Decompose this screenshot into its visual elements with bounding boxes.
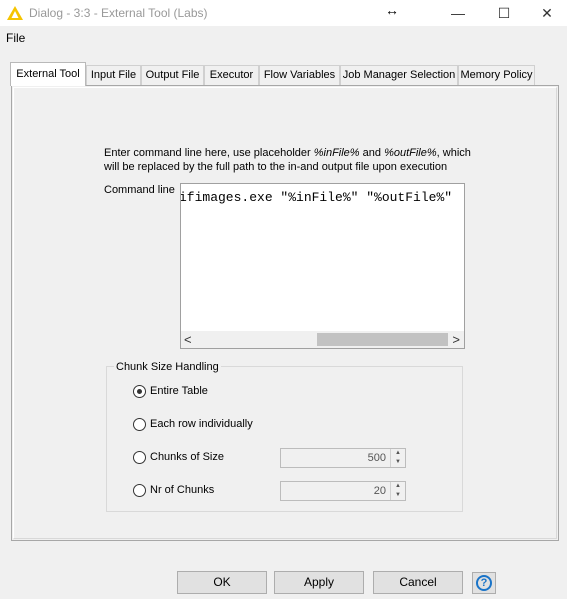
nr-of-chunks-value[interactable]: 20 [374, 485, 386, 497]
placeholder-outfile: %outFile% [384, 147, 437, 159]
apply-button[interactable]: Apply [274, 571, 364, 594]
warning-triangle-icon [7, 6, 23, 20]
command-line-label: Command line [104, 184, 175, 196]
maximize-icon: ☐ [497, 5, 511, 21]
tab-flow-variables[interactable]: Flow Variables [259, 65, 340, 85]
spin-up-icon[interactable]: ▲ [391, 482, 405, 491]
command-line-textarea[interactable]: ifimages.exe "%inFile%" "%outFile%" < > [180, 183, 465, 349]
help-icon: ? [476, 575, 492, 591]
resize-cursor-icon: ↔ [385, 2, 399, 18]
window-title: Dialog - 3:3 - External Tool (Labs) [29, 6, 208, 20]
horizontal-scrollbar[interactable]: < > [181, 331, 464, 348]
title-bar: Dialog - 3:3 - External Tool (Labs) ↔ — … [0, 0, 567, 26]
minimize-button[interactable]: — [435, 0, 481, 26]
spin-down-icon[interactable]: ▼ [391, 491, 405, 500]
close-button[interactable]: ✕ [527, 0, 567, 26]
tab-executor[interactable]: Executor [204, 65, 259, 85]
menu-file[interactable]: File [6, 31, 25, 45]
radio-button-icon[interactable] [133, 451, 146, 464]
nr-of-chunks-spinner[interactable]: 20 ▲ ▼ [280, 481, 406, 501]
instruction-text: Enter command line here, use placeholder… [104, 147, 471, 173]
scroll-thumb[interactable] [317, 333, 448, 346]
help-button[interactable]: ? [472, 572, 496, 594]
spin-up-icon[interactable]: ▲ [391, 449, 405, 458]
maximize-button[interactable]: ☐ [481, 0, 527, 26]
chunk-size-spinner[interactable]: 500 ▲ ▼ [280, 448, 406, 468]
command-line-text[interactable]: ifimages.exe "%inFile%" "%outFile%" [181, 190, 452, 205]
tab-job-manager-selection[interactable]: Job Manager Selection [340, 65, 458, 85]
tab-external-tool[interactable]: External Tool [10, 62, 86, 86]
scroll-right-icon[interactable]: > [452, 331, 460, 348]
tab-input-file[interactable]: Input File [86, 65, 141, 85]
chunk-size-group-title: Chunk Size Handling [114, 361, 221, 373]
placeholder-infile: %inFile% [313, 147, 360, 159]
radio-button-icon[interactable] [133, 418, 146, 431]
tab-output-file[interactable]: Output File [141, 65, 204, 85]
scroll-left-icon[interactable]: < [184, 331, 192, 348]
minimize-icon: — [451, 5, 465, 21]
radio-button-checked-icon[interactable] [133, 385, 146, 398]
ok-button[interactable]: OK [177, 571, 267, 594]
spin-down-icon[interactable]: ▼ [391, 458, 405, 467]
chunk-size-value[interactable]: 500 [368, 452, 386, 464]
cancel-button[interactable]: Cancel [373, 571, 463, 594]
tab-memory-policy[interactable]: Memory Policy [458, 65, 535, 85]
radio-button-icon[interactable] [133, 484, 146, 497]
close-icon: ✕ [541, 5, 553, 21]
